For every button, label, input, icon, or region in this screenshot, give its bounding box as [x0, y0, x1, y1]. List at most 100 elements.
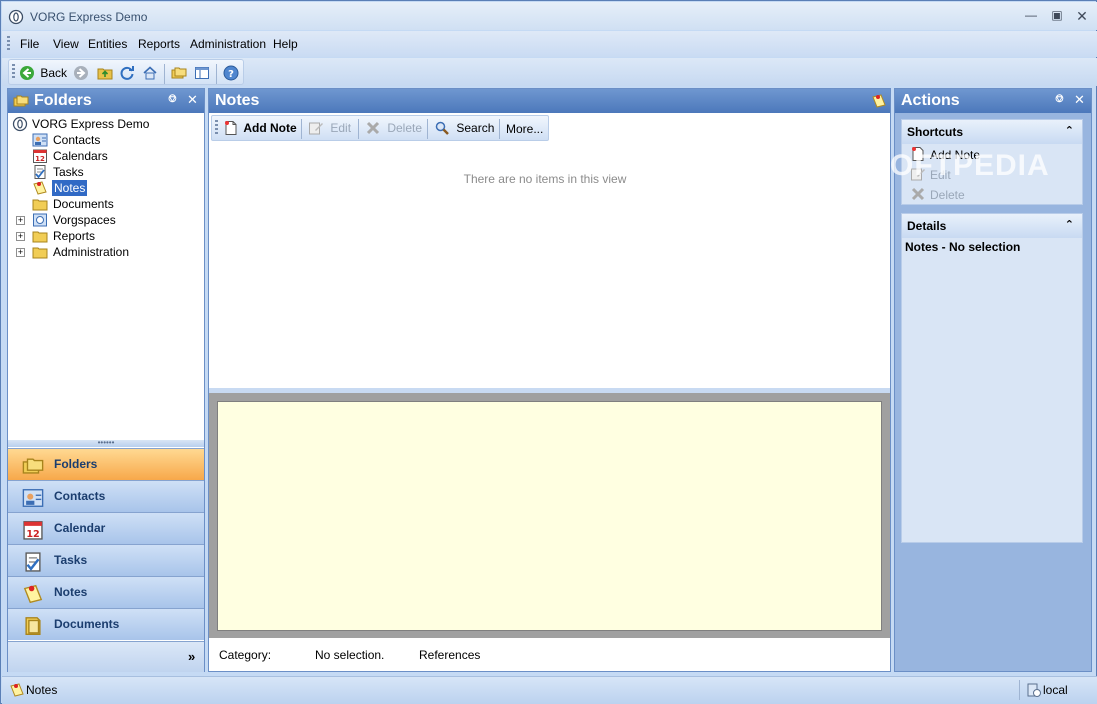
search-button[interactable]: Search [434, 120, 494, 136]
folders-title: Folders [34, 92, 92, 109]
tree-item-label: Vorgspaces [53, 213, 116, 227]
edit-icon [308, 120, 324, 136]
nav-button-calendar[interactable]: 12 Calendar [8, 512, 204, 544]
app-window: VORG Express Demo — ▣ ✕ File View Entiti… [0, 0, 1097, 704]
navigation-splitter[interactable]: •••••• [8, 439, 204, 447]
tree-item-label: Reports [53, 229, 96, 243]
tree-item-administration[interactable]: + Administration [14, 244, 202, 260]
tree-item-label: Documents [53, 197, 114, 211]
nav-button-label: Folders [54, 457, 98, 471]
tree-item-contacts[interactable]: Contacts [32, 132, 202, 148]
back-label: Back [40, 66, 68, 80]
tree-root[interactable]: VORG Express Demo [12, 116, 202, 132]
nav-button-folders[interactable]: Folders [8, 448, 204, 480]
expand-toggle[interactable]: + [16, 248, 25, 257]
nav-button-label: Calendar [54, 521, 106, 535]
pin-icon[interactable]: ⎊ [1055, 93, 1064, 106]
back-icon [19, 65, 35, 81]
more-button[interactable]: More... [506, 122, 543, 136]
details-text: Notes - No selection [905, 240, 1021, 254]
title-bar: VORG Express Demo — ▣ ✕ [2, 2, 1097, 30]
menu-entities[interactable]: Entities [88, 37, 127, 51]
menu-administration[interactable]: Administration [190, 37, 266, 51]
references-label[interactable]: References [419, 648, 480, 662]
forward-icon[interactable] [73, 65, 89, 83]
tree-item-reports[interactable]: + Reports [14, 228, 202, 244]
shortcuts-header[interactable]: Shortcuts ⌃ [902, 120, 1082, 144]
menu-view[interactable]: View [53, 37, 79, 51]
shortcut-delete[interactable]: Delete [910, 186, 1080, 204]
svg-text:?: ? [228, 69, 234, 80]
contacts-icon [22, 487, 44, 509]
expand-toggle[interactable]: + [16, 232, 25, 241]
main-toolbar: Back ? [2, 58, 1097, 86]
menu-bar: File View Entities Reports Administratio… [2, 31, 1097, 57]
folders-header: Folders ⎊ ✕ [8, 89, 204, 113]
tree-item-documents[interactable]: Documents [32, 196, 202, 212]
menu-reports[interactable]: Reports [138, 37, 180, 51]
tree-item-calendars[interactable]: 12 Calendars [32, 148, 202, 164]
collapse-icon[interactable]: ⌃ [1065, 124, 1074, 137]
tree-item-label: Calendars [53, 149, 108, 163]
edit-label: Edit [330, 121, 352, 135]
category-label: Category: [219, 648, 272, 662]
back-button[interactable]: Back [19, 65, 67, 83]
toolbar-separator [499, 119, 500, 139]
category-value: No selection. [315, 648, 385, 662]
menu-file[interactable]: File [20, 37, 39, 51]
add-note-button[interactable]: Add Note [223, 120, 297, 136]
refresh-icon[interactable] [119, 65, 135, 83]
nav-button-tasks[interactable]: Tasks [8, 544, 204, 576]
close-panel-icon[interactable]: ✕ [187, 92, 198, 108]
folder-icon [32, 228, 48, 244]
toolbar-grip[interactable] [215, 120, 218, 136]
nav-button-label: Notes [54, 585, 88, 599]
folder-tree: VORG Express Demo Contacts 12 Calendars … [8, 114, 204, 464]
notes-footer: Category: No selection. References [209, 638, 890, 671]
delete-label: Delete [387, 121, 423, 135]
folders-icon[interactable] [171, 65, 187, 83]
tree-item-tasks[interactable]: Tasks [32, 164, 202, 180]
window-title: VORG Express Demo [30, 10, 148, 24]
calendar-icon: 12 [32, 148, 48, 164]
nav-button-documents[interactable]: Documents [8, 608, 204, 640]
folder-up-icon[interactable] [97, 65, 113, 83]
nav-button-label: Contacts [54, 489, 106, 503]
folder-icon [32, 196, 48, 212]
expand-toggle[interactable]: + [16, 216, 25, 225]
notes-panel: Notes Add Note Edit Delete Search More..… [208, 88, 891, 672]
close-button[interactable]: ✕ [1073, 8, 1091, 24]
layout-icon[interactable] [194, 65, 210, 83]
tree-item-vorgspaces[interactable]: + Vorgspaces [14, 212, 202, 228]
menu-help[interactable]: Help [273, 37, 298, 51]
pin-icon[interactable]: ⎊ [168, 93, 177, 106]
toolbar-grip[interactable] [12, 64, 15, 80]
notes-icon [871, 93, 887, 109]
home-icon[interactable] [142, 65, 158, 83]
toolbar-strip: Back ? [8, 59, 244, 85]
delete-button[interactable]: Delete [365, 120, 422, 136]
tasks-icon [32, 164, 48, 180]
help-icon[interactable]: ? [223, 65, 239, 83]
note-preview-frame [209, 393, 890, 638]
calendar-icon: 12 [22, 519, 44, 541]
minimize-button[interactable]: — [1022, 8, 1040, 24]
notes-icon [22, 583, 44, 605]
maximize-button[interactable]: ▣ [1048, 8, 1066, 24]
toolbar-separator [164, 64, 165, 84]
status-separator [1019, 680, 1020, 700]
tree-item-label: Administration [53, 245, 130, 259]
collapse-icon[interactable]: ⌃ [1065, 218, 1074, 231]
close-panel-icon[interactable]: ✕ [1074, 92, 1085, 108]
nav-button-notes[interactable]: Notes [8, 576, 204, 608]
tree-item-notes[interactable]: Notes [32, 180, 202, 196]
note-preview-area[interactable] [217, 401, 882, 631]
edit-button[interactable]: Edit [308, 120, 351, 136]
menu-grip[interactable] [7, 36, 10, 52]
server-icon [1026, 682, 1042, 698]
nav-button-contacts[interactable]: Contacts [8, 480, 204, 512]
notes-title: Notes [215, 92, 260, 109]
details-header[interactable]: Details ⌃ [902, 214, 1082, 238]
tasks-icon [22, 551, 44, 573]
nav-pane-options[interactable]: » [8, 641, 204, 672]
